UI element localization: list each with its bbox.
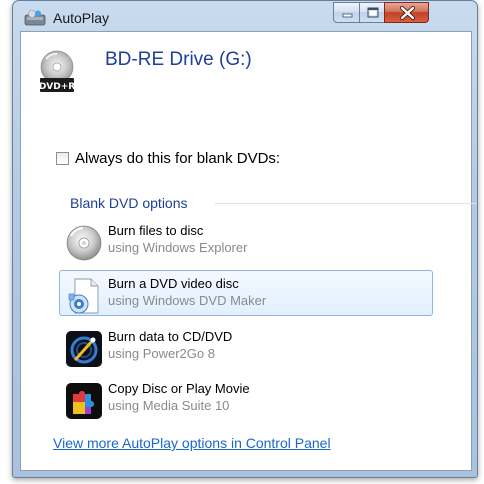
- autoplay-icon: [24, 10, 46, 26]
- minimize-icon: [342, 13, 353, 18]
- option-subtitle: using Media Suite 10: [108, 398, 230, 413]
- option-copy-disc[interactable]: Copy Disc or Play Movie using Media Suit…: [59, 375, 433, 421]
- option-burn-dvd-video[interactable]: Burn a DVD video disc using Windows DVD …: [59, 270, 433, 316]
- group-divider: [215, 203, 477, 204]
- option-title: Burn data to CD/DVD: [108, 329, 233, 344]
- option-subtitle: using Power2Go 8: [108, 346, 215, 361]
- control-panel-link[interactable]: View more AutoPlay options in Control Pa…: [53, 435, 331, 451]
- option-subtitle: using Windows Explorer: [108, 240, 248, 255]
- close-icon: [400, 6, 415, 20]
- always-do-label[interactable]: Always do this for blank DVDs:: [75, 150, 280, 167]
- option-burn-files[interactable]: Burn files to disc using Windows Explore…: [59, 217, 433, 263]
- group-header: Blank DVD options: [70, 195, 188, 211]
- autoplay-window: AutoPlay DVD+R BD-RE Drive (G:) Always d…: [12, 0, 478, 478]
- minimize-button[interactable]: [333, 2, 360, 23]
- window-title: AutoPlay: [53, 10, 110, 26]
- always-do-checkbox[interactable]: [56, 152, 69, 165]
- disc-icon: [66, 225, 102, 261]
- svg-text:DVD+R: DVD+R: [40, 82, 74, 92]
- drive-title: BD-RE Drive (G:): [105, 49, 252, 70]
- option-burn-data[interactable]: Burn data to CD/DVD using Power2Go 8: [59, 323, 433, 369]
- dvd-r-disc-icon: DVD+R: [40, 50, 74, 92]
- maximize-button[interactable]: [359, 2, 385, 23]
- option-title: Copy Disc or Play Movie: [108, 381, 250, 396]
- maximize-icon: [367, 7, 379, 18]
- power2go-icon: [66, 331, 102, 367]
- dvd-maker-icon: [68, 278, 99, 314]
- close-button[interactable]: [384, 2, 429, 23]
- option-title: Burn files to disc: [108, 223, 204, 238]
- title-bar[interactable]: AutoPlay: [13, 1, 477, 31]
- option-title: Burn a DVD video disc: [108, 276, 239, 291]
- option-subtitle: using Windows DVD Maker: [108, 293, 267, 308]
- media-suite-icon: [66, 383, 102, 419]
